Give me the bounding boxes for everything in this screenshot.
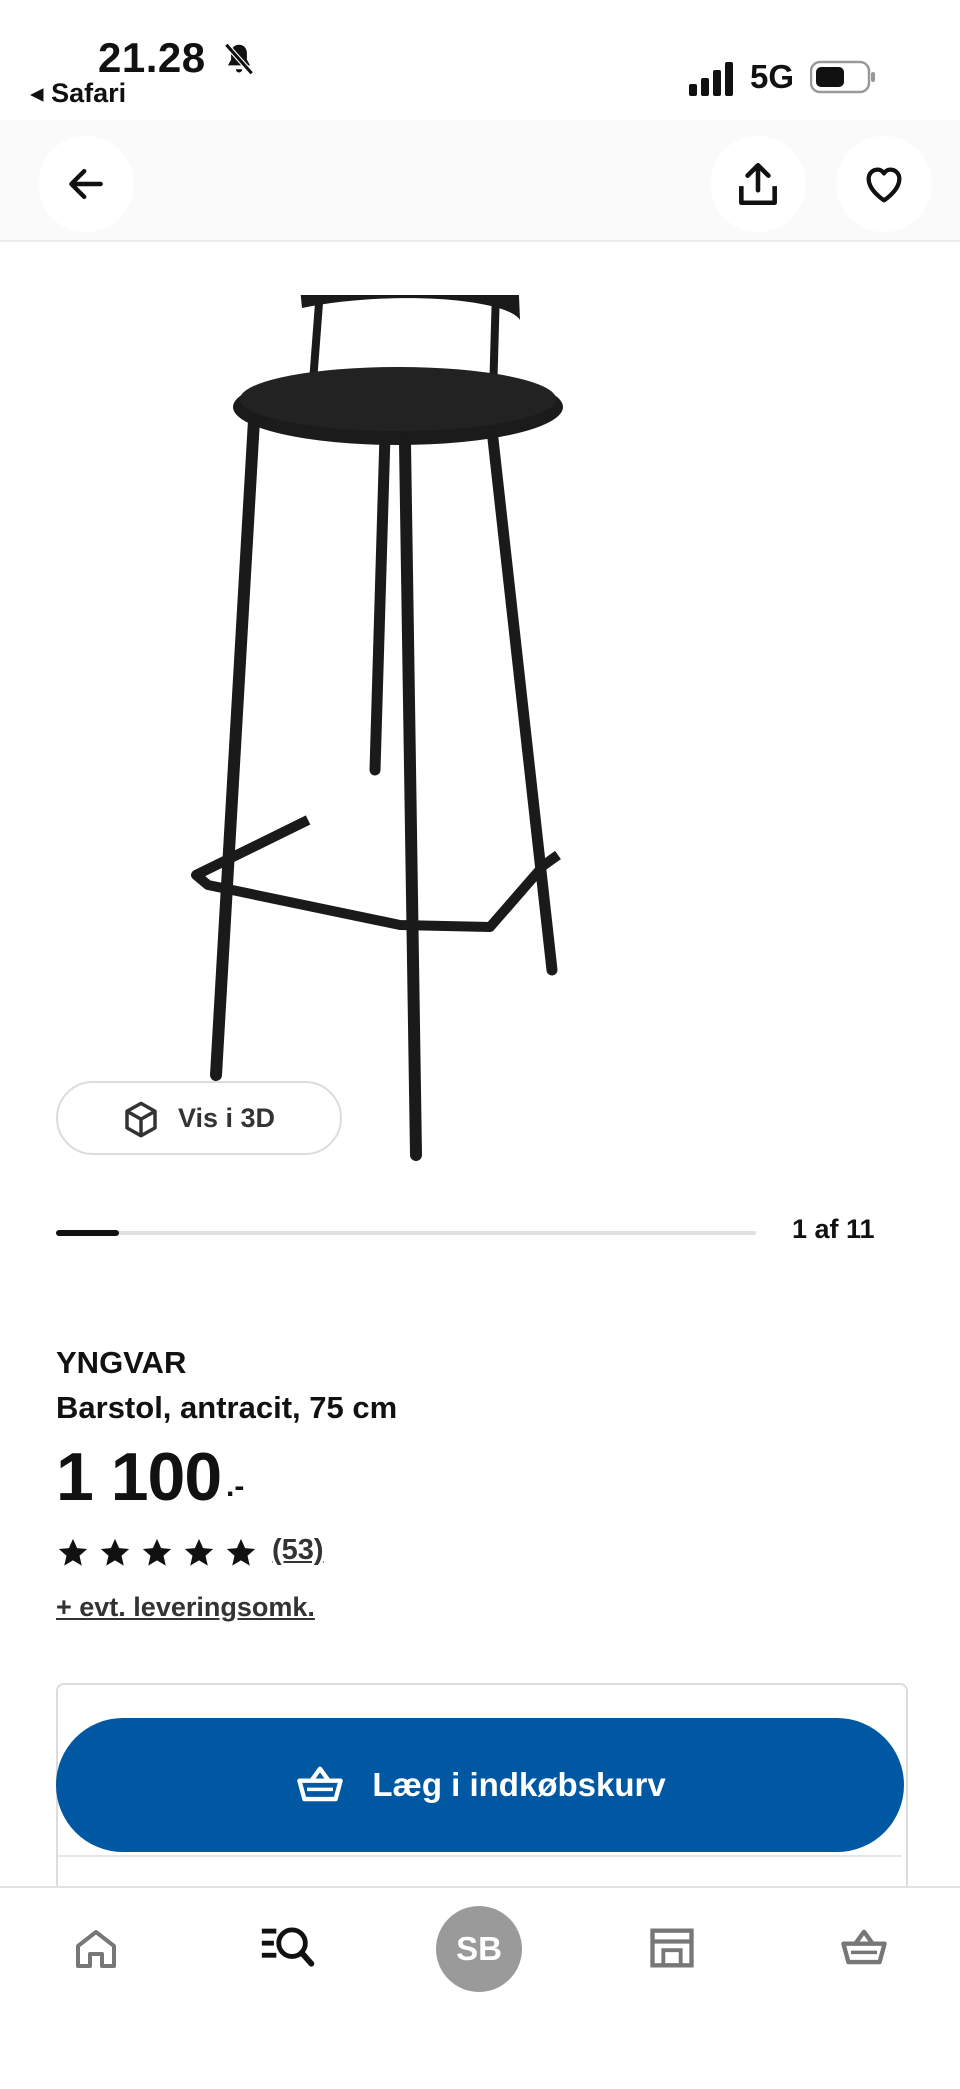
- card-divider: [58, 1855, 902, 1857]
- battery-icon: [810, 60, 875, 94]
- profile-avatar[interactable]: SB: [436, 1906, 522, 1992]
- product-brand: YNGVAR: [56, 1345, 187, 1380]
- gallery-progress-track: [56, 1231, 756, 1235]
- back-button[interactable]: [38, 136, 134, 232]
- view-3d-label: Vis i 3D: [178, 1102, 276, 1133]
- add-to-cart-label: Læg i indkøbskurv: [372, 1766, 666, 1803]
- product-description: Barstol, antracit, 75 cm: [56, 1390, 398, 1425]
- store-icon: [650, 1928, 694, 1968]
- basket-icon: [841, 1929, 887, 1965]
- nav-home[interactable]: [62, 1914, 130, 1982]
- nav-search[interactable]: [252, 1914, 320, 1982]
- muted-bell-icon: [224, 42, 254, 76]
- heart-icon: [866, 167, 902, 203]
- gallery-counter: 1 af 11: [792, 1214, 875, 1244]
- delivery-cost-link[interactable]: + evt. leveringsomk.: [56, 1592, 315, 1623]
- search-list-icon: [261, 1927, 315, 1967]
- gallery-progress-fill: [56, 1230, 119, 1236]
- product-image[interactable]: [180, 295, 760, 1175]
- status-time: 21.28: [98, 34, 206, 81]
- share-icon: [739, 162, 777, 206]
- price-suffix: .-: [226, 1470, 245, 1503]
- network-type: 5G: [750, 58, 795, 95]
- rating-stars[interactable]: [56, 1536, 258, 1570]
- add-to-cart-button[interactable]: Læg i indkøbskurv: [56, 1718, 904, 1852]
- share-button[interactable]: [710, 136, 806, 232]
- nav-basket[interactable]: [830, 1914, 898, 1982]
- star-icon: [184, 1538, 214, 1566]
- top-navigation-bar: [0, 120, 960, 242]
- star-icon: [142, 1538, 172, 1566]
- nav-stores[interactable]: [638, 1914, 706, 1982]
- arrow-left-icon: [69, 168, 103, 200]
- product-price: 1 100: [56, 1439, 222, 1515]
- signal-icon: [689, 62, 733, 96]
- favorite-button[interactable]: [836, 136, 932, 232]
- star-icon: [58, 1538, 88, 1566]
- cube-3d-icon: [125, 1101, 157, 1138]
- basket-icon: [297, 1766, 344, 1802]
- view-3d-button[interactable]: Vis i 3D: [56, 1081, 342, 1155]
- reviews-count-link[interactable]: (53): [272, 1534, 324, 1567]
- home-icon: [76, 1930, 116, 1968]
- star-icon: [100, 1538, 130, 1566]
- star-icon: [226, 1538, 256, 1566]
- back-to-app-link[interactable]: ◂ Safari: [30, 78, 126, 109]
